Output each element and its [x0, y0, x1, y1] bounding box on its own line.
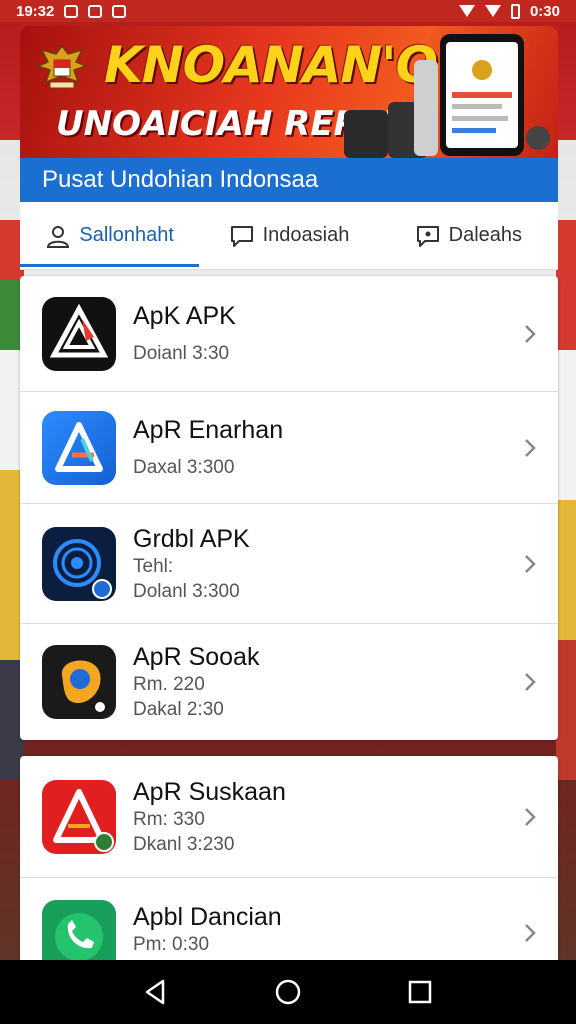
- message-icon: [416, 225, 439, 247]
- app-detail: Tehl:: [133, 555, 174, 577]
- app-name: Grdbl APK: [133, 524, 250, 553]
- list-item[interactable]: Apbl Dancian Pm: 0:30: [20, 878, 558, 974]
- chevron-right-icon: [525, 807, 536, 826]
- notification-icon: [64, 4, 79, 18]
- target-chat-icon: [42, 526, 116, 601]
- status-time-right: 0:30: [529, 2, 560, 20]
- promo-banner[interactable]: KNOANAN'O UNOAICIAH REPAN: [20, 26, 558, 160]
- chevron-right-icon: [525, 924, 536, 942]
- recents-icon[interactable]: [405, 977, 435, 1007]
- notification-icon: [88, 4, 103, 18]
- app-name: ApR Sooak: [133, 643, 260, 671]
- app-name: ApR Suskaan: [133, 777, 286, 806]
- app-detail: Pm: 0:30: [133, 934, 210, 955]
- app-detail: Dakal 2:30: [133, 699, 224, 720]
- tab-daleahs[interactable]: Daleahs: [379, 202, 558, 269]
- app-name: ApR Enarhan: [133, 416, 284, 444]
- app-detail: Doianl 3:30: [133, 343, 230, 364]
- tab-indoasiah[interactable]: Indoasiah: [199, 202, 378, 269]
- chevron-right-icon: [525, 324, 536, 343]
- wifi-icon: [458, 5, 475, 17]
- tab-label: Sallonhaht: [79, 224, 174, 246]
- app-name: Apbl Dancian: [133, 903, 282, 931]
- chevron-right-icon: [525, 554, 536, 573]
- chat-icon: [230, 225, 253, 247]
- app-detail: Rm. 220: [133, 674, 205, 695]
- list-item[interactable]: ApK APK Doianl 3:30: [20, 276, 558, 392]
- battery-icon: [510, 3, 520, 19]
- chevron-right-icon: [525, 673, 536, 691]
- home-icon[interactable]: [273, 977, 303, 1007]
- chevron-right-icon: [525, 438, 536, 457]
- garuda-emblem-icon: [35, 44, 89, 89]
- triangle-logo-icon: [42, 296, 116, 371]
- person-icon: [47, 225, 70, 248]
- app-detail: Dkanl 3:230: [133, 833, 235, 855]
- list-item[interactable]: ApR Suskaan Rm: 330 Dkanl 3:230: [20, 756, 558, 878]
- red-a-logo-icon: [42, 779, 116, 854]
- tab-sallonhaht[interactable]: Sallonhaht: [20, 202, 200, 269]
- devices-illustration: [344, 34, 550, 158]
- system-nav-bar: [0, 960, 576, 1024]
- list-item[interactable]: ApR Sooak Rm. 220 Dakal 2:30: [20, 624, 558, 740]
- tab-label: Daleahs: [448, 224, 523, 246]
- app-detail: Daxal 3:300: [133, 457, 235, 478]
- app-detail: Dolanl 3:300: [133, 580, 240, 602]
- back-icon[interactable]: [141, 977, 171, 1007]
- app-list-card: ApK APK Doianl 3:30 ApR Enarhan Daxal 3:…: [20, 276, 558, 740]
- signal-icon: [484, 5, 501, 17]
- tab-bar: Sallonhaht Indoasiah Daleahs: [20, 202, 558, 270]
- page-title: Pusat Undohian Indonsaa: [20, 158, 558, 202]
- status-bar: 19:32 0:30: [0, 0, 576, 22]
- blue-a-logo-icon: [42, 410, 116, 485]
- orange-blob-icon: [42, 645, 116, 719]
- app-detail: Rm: 330: [133, 808, 205, 830]
- background-flag-right: [556, 220, 576, 780]
- tab-label: Indoasiah: [262, 224, 350, 246]
- app-name: ApK APK: [133, 302, 236, 330]
- list-item[interactable]: Grdbl APK Tehl: Dolanl 3:300: [20, 504, 558, 624]
- status-time-left: 19:32: [16, 2, 55, 20]
- notification-icon: [112, 4, 127, 18]
- list-item[interactable]: ApR Enarhan Daxal 3:300: [20, 392, 558, 504]
- app-list-card: ApR Suskaan Rm: 330 Dkanl 3:230 Apbl Dan…: [20, 756, 558, 974]
